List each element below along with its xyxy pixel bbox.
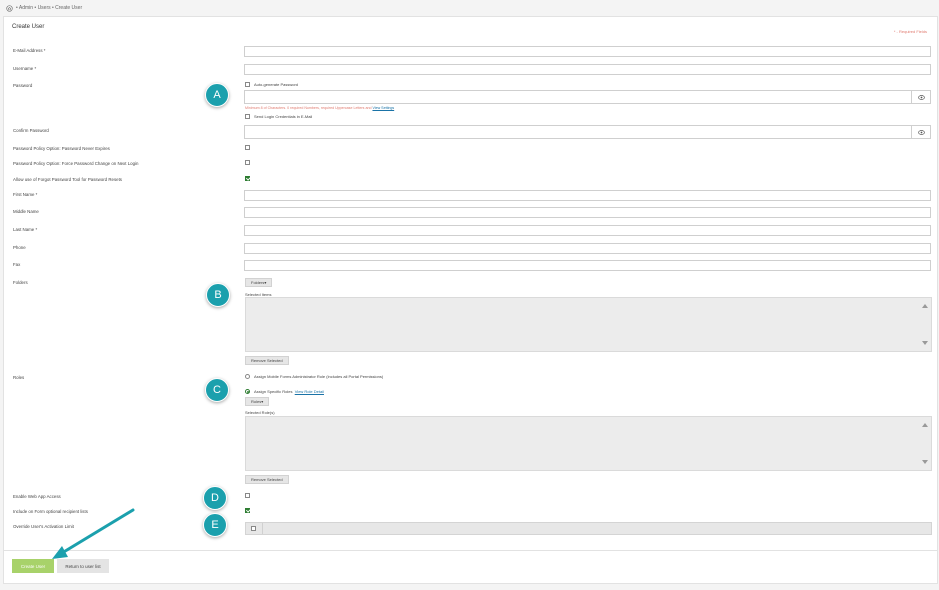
- override-checkbox[interactable]: [251, 526, 256, 531]
- optional-recipient-checkbox[interactable]: [245, 508, 250, 513]
- forgot-tool-checkbox[interactable]: [245, 176, 250, 181]
- role-specific-label: Assign Specific Roles View Role Detail: [254, 389, 324, 394]
- password-hint: Minimum 8 of Characters. 0 required Numb…: [245, 106, 395, 110]
- show-password-toggle[interactable]: [911, 91, 930, 103]
- optional-recipient-label: Include on Form optional recipient lists: [13, 509, 88, 514]
- show-confirm-password-toggle[interactable]: [911, 126, 930, 138]
- confirm-password-label: Confirm Password: [13, 128, 49, 133]
- force-change-label: Password Policy Option: Force Password C…: [13, 161, 139, 166]
- page-title: Create User: [12, 24, 45, 30]
- auto-generate-label: Auto-generate Password: [254, 82, 299, 87]
- send-login-label: Send Login Credentials in E-Mail: [254, 114, 313, 119]
- callout-e: E: [203, 513, 227, 537]
- role-specific-radio[interactable]: [245, 389, 250, 394]
- confirm-password-field[interactable]: [244, 125, 931, 139]
- override-limit-field[interactable]: [262, 523, 931, 534]
- view-settings-link[interactable]: View Settings: [372, 106, 394, 110]
- return-to-list-button[interactable]: Return to user list: [57, 559, 109, 573]
- phone-field[interactable]: [244, 243, 931, 254]
- roles-label: Roles: [13, 375, 25, 380]
- forgot-tool-label: Allow use of Forgot Password Tool for Pa…: [13, 177, 122, 182]
- scroll-down-icon[interactable]: [922, 460, 928, 464]
- first-name-field[interactable]: [244, 190, 931, 201]
- fax-label: Fax: [13, 262, 21, 267]
- force-change-checkbox[interactable]: [245, 160, 250, 165]
- web-app-checkbox[interactable]: [245, 493, 250, 498]
- never-expires-checkbox[interactable]: [245, 145, 250, 150]
- remove-selected-roles-button[interactable]: Remove Selected: [245, 475, 289, 484]
- email-label: E-Mail Address *: [13, 48, 46, 53]
- auto-generate-checkbox[interactable]: [245, 82, 250, 87]
- first-name-label: First Name *: [13, 192, 38, 197]
- username-field[interactable]: [244, 64, 931, 75]
- breadcrumb: • Admin • Users • Create User: [6, 3, 82, 13]
- fax-field[interactable]: [244, 260, 931, 271]
- footer-divider: [4, 550, 937, 551]
- email-field[interactable]: [244, 46, 931, 57]
- phone-label: Phone: [13, 245, 26, 250]
- selected-roles-label: Selected Role(s): [245, 410, 275, 415]
- eye-icon: [917, 94, 925, 100]
- breadcrumb-text[interactable]: • Admin • Users • Create User: [16, 5, 82, 11]
- password-label: Password: [13, 83, 33, 88]
- scroll-up-icon[interactable]: [922, 423, 928, 427]
- callout-a: A: [205, 83, 229, 107]
- home-icon[interactable]: [6, 4, 13, 12]
- folders-label: Folders: [13, 280, 28, 285]
- folders-dropdown[interactable]: Folders ▾: [245, 278, 273, 287]
- view-role-detail-link[interactable]: View Role Detail: [295, 389, 324, 394]
- caret-down-icon: ▾: [264, 280, 267, 285]
- remove-selected-folders-button[interactable]: Remove Selected: [245, 356, 289, 365]
- username-label: Username *: [13, 66, 37, 71]
- callout-c: C: [205, 378, 229, 402]
- caret-down-icon: ▾: [261, 399, 264, 404]
- middle-name-label: Middle Name: [13, 209, 39, 214]
- scroll-up-icon[interactable]: [922, 304, 928, 308]
- last-name-field[interactable]: [244, 225, 931, 236]
- selected-items-list[interactable]: [245, 297, 932, 352]
- last-name-label: Last Name *: [13, 227, 38, 232]
- password-field[interactable]: [244, 90, 931, 104]
- send-login-checkbox[interactable]: [245, 114, 250, 119]
- role-admin-radio[interactable]: [245, 374, 250, 379]
- never-expires-label: Password Policy Option: Password Never E…: [13, 146, 110, 151]
- web-app-label: Enable Web App Access: [13, 494, 61, 499]
- eye-icon: [917, 129, 925, 135]
- override-activation-control: [245, 522, 932, 535]
- create-user-panel: Create User * - Required Fields E-Mail A…: [3, 16, 938, 584]
- roles-dropdown[interactable]: Roles ▾: [245, 397, 270, 406]
- required-note: * - Required Fields: [893, 29, 927, 34]
- role-admin-label: Assign Mobile Forms Administrator Role (…: [254, 374, 384, 379]
- callout-b: B: [206, 283, 230, 307]
- create-user-button[interactable]: Create User: [12, 559, 54, 573]
- middle-name-field[interactable]: [244, 207, 931, 218]
- selected-roles-list[interactable]: [245, 416, 932, 471]
- override-label: Override User's Activation Limit: [13, 524, 74, 529]
- callout-d: D: [203, 486, 227, 510]
- scroll-down-icon[interactable]: [922, 341, 928, 345]
- roles-dropdown-label: Roles: [251, 399, 262, 404]
- folders-dropdown-label: Folders: [251, 280, 265, 285]
